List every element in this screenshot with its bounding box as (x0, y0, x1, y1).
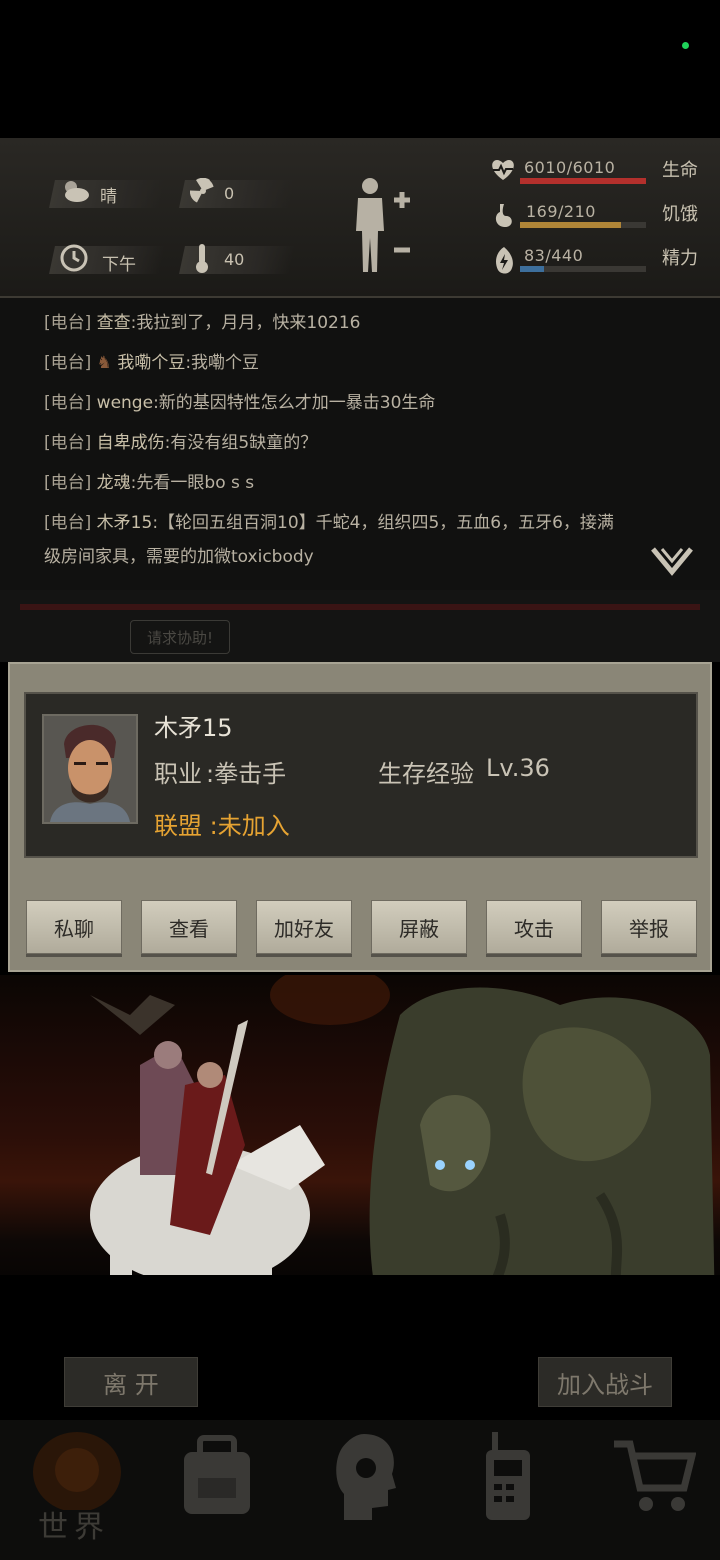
chat-line[interactable]: [电台] 自卑成伤:有没有组5缺童的？ (44, 428, 317, 453)
heart-icon (490, 158, 516, 186)
dimmed-tab-strip: 请求协助! (0, 590, 720, 662)
chat-message: :有没有组5缺童的？ (164, 433, 318, 453)
cloud-sun-icon (60, 178, 90, 208)
chevron-down-icon[interactable] (650, 546, 694, 580)
health-label: 6010/6010 (524, 158, 616, 177)
chat-line[interactable]: [电台] ♞ 我嘞个豆:我嘞个豆 (44, 348, 259, 373)
block-button[interactable]: 屏蔽 (371, 900, 467, 954)
job-value: :拳击手 (206, 760, 287, 788)
chat-sender[interactable]: wenge (97, 393, 153, 413)
status-panel: 晴 0 下午 40 6010/6010 生命 169/210 饥饿 83/440… (0, 138, 720, 298)
chat-message: :新的基因特性怎么才加一暴击30生命 (153, 393, 436, 413)
temperature-value: 40 (224, 250, 245, 269)
chat-line[interactable]: [电台] 查查:我拉到了，月月，快来10216 (44, 308, 360, 333)
energy-name: 精力 (662, 248, 698, 269)
help-request-tab: 请求协助! (130, 620, 230, 654)
energy-bar (520, 266, 646, 272)
chat-tag: [电台] (44, 353, 92, 373)
chat-tag: [电台] (44, 473, 92, 493)
time-value: 下午 (102, 255, 136, 275)
radio-icon[interactable] (478, 1430, 538, 1528)
survival-exp-label: 生存经验 (378, 760, 474, 788)
radiation-icon (189, 177, 216, 208)
health-bar (520, 178, 646, 184)
leave-button[interactable]: 离 开 (64, 1357, 198, 1407)
chat-sender[interactable]: 我嘞个豆 (117, 353, 185, 373)
hunger-name: 饥饿 (662, 204, 698, 225)
thermometer-icon (194, 242, 210, 278)
stomach-icon (492, 202, 516, 234)
battle-scene (0, 975, 720, 1330)
report-button[interactable]: 举报 (601, 900, 697, 954)
chat-sender[interactable]: 查查 (97, 313, 131, 333)
shop-cart-icon[interactable] (612, 1438, 697, 1520)
world-tab-label[interactable]: 世界 (38, 1502, 110, 1546)
energy-label: 83/440 (524, 246, 584, 265)
energy-icon (492, 246, 516, 280)
chat-message: :【轮回五组百洞10】千蛇4，组织四5，五血6，五牙6，接满 (152, 513, 614, 533)
view-button[interactable]: 查看 (141, 900, 237, 954)
chat-sender[interactable]: 自卑成伤 (97, 433, 165, 453)
chat-message: :先看一眼bo s s (130, 473, 255, 493)
chat-tag: [电台] (44, 313, 92, 333)
add-friend-button[interactable]: 加好友 (256, 900, 352, 954)
status-indicator-dot (682, 42, 689, 49)
attack-button[interactable]: 攻击 (486, 900, 582, 954)
chat-message: :我嘞个豆 (185, 353, 260, 373)
hunger-label: 169/210 (526, 202, 596, 221)
player-name: 木矛15 (154, 714, 233, 742)
private-chat-button[interactable]: 私聊 (26, 900, 122, 954)
survival-exp-value: Lv.36 (486, 754, 550, 782)
join-battle-button[interactable]: 加入战斗 (538, 1357, 672, 1407)
avatar (42, 714, 138, 824)
head-skills-icon[interactable] (330, 1430, 400, 1526)
chat-line-continuation: 级房间家具，需要的加微toxicbody (44, 547, 314, 567)
weather-value: 晴 (100, 187, 117, 207)
chat-sender[interactable]: 龙魂 (97, 473, 131, 493)
chat-line[interactable]: [电台] 龙魂:先看一眼bo s s (44, 468, 254, 493)
radiation-value: 0 (224, 184, 235, 203)
player-info-dialog: 木矛15 职业 :拳击手 生存经验 Lv.36 联盟 :未加入 私聊 查看 加好… (8, 662, 712, 972)
chat-line[interactable]: [电台] wenge:新的基因特性怎么才加一暴击30生命 (44, 388, 435, 413)
alliance-status: 联盟 :未加入 (154, 812, 290, 840)
chat-tag: [电台] (44, 393, 92, 413)
radio-chat-panel[interactable]: [电台] 查查:我拉到了，月月，快来10216 [电台] ♞ 我嘞个豆:我嘞个豆… (0, 298, 720, 590)
hunger-bar (520, 222, 646, 228)
chat-tag: [电台] (44, 433, 92, 453)
chat-sender[interactable]: 木矛15 (97, 513, 153, 533)
body-status-icon[interactable] (348, 176, 418, 280)
chat-line[interactable]: [电台] 木矛15:【轮回五组百洞10】千蛇4，组织四5，五血6，五牙6，接满 (44, 508, 614, 533)
backpack-icon[interactable] (178, 1434, 256, 1522)
health-name: 生命 (662, 160, 698, 181)
clock-icon (60, 244, 88, 276)
chat-message: :我拉到了，月月，快来10216 (130, 313, 361, 333)
chat-tag: [电台] (44, 513, 92, 533)
player-info-card: 木矛15 职业 :拳击手 生存经验 Lv.36 联盟 :未加入 (24, 692, 698, 858)
alliance-badge-icon: ♞ (96, 353, 112, 373)
job-label: 职业 (154, 760, 202, 788)
